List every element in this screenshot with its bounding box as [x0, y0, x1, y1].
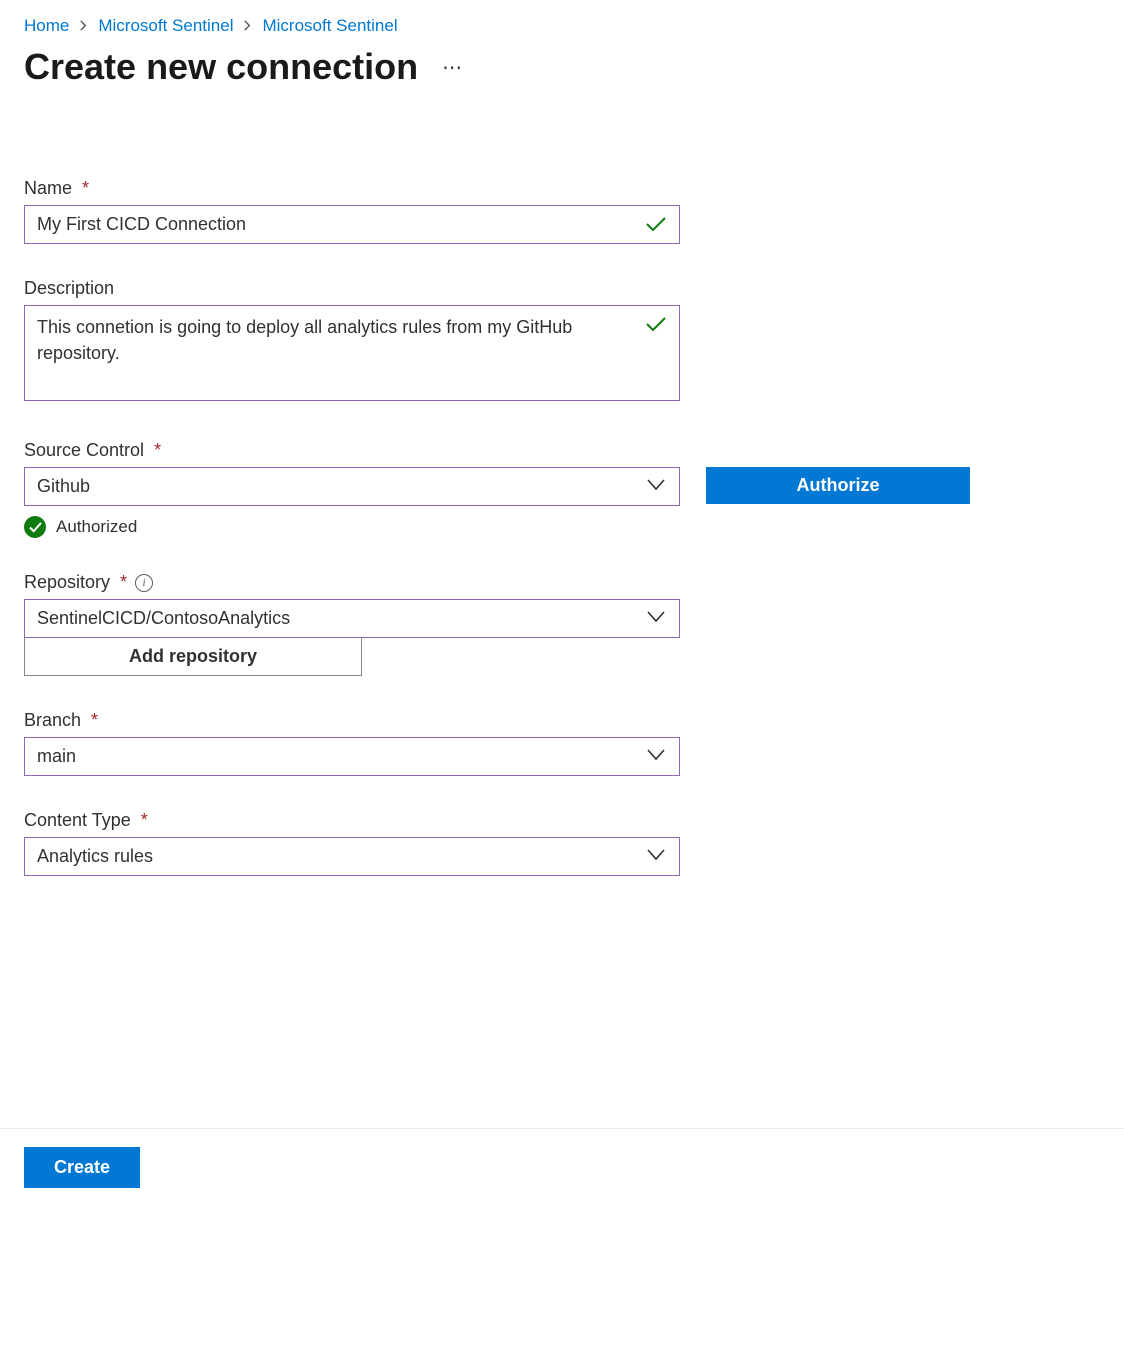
required-indicator: *	[91, 710, 98, 731]
breadcrumb-link-sentinel-1[interactable]: Microsoft Sentinel	[98, 16, 233, 36]
add-repository-button[interactable]: Add repository	[24, 637, 362, 676]
more-actions-icon[interactable]: ⋯	[442, 55, 463, 80]
content-type-label: Content Type	[24, 810, 131, 831]
checkmark-icon	[646, 215, 666, 238]
description-label: Description	[24, 278, 114, 299]
chevron-down-icon	[647, 748, 665, 766]
form-group-repository: Repository * i SentinelCICD/ContosoAnaly…	[24, 572, 1100, 676]
breadcrumb: Home Microsoft Sentinel Microsoft Sentin…	[24, 16, 1100, 36]
form-group-content-type: Content Type * Analytics rules	[24, 810, 1100, 876]
page-title: Create new connection	[24, 46, 418, 88]
required-indicator: *	[82, 178, 89, 199]
description-input[interactable]	[24, 305, 680, 401]
success-icon	[24, 516, 46, 538]
source-control-select[interactable]: Github	[24, 467, 680, 506]
source-control-label: Source Control	[24, 440, 144, 461]
authorized-status-text: Authorized	[56, 517, 137, 537]
chevron-down-icon	[647, 478, 665, 496]
form-group-branch: Branch * main	[24, 710, 1100, 776]
required-indicator: *	[120, 572, 127, 593]
repository-select[interactable]: SentinelCICD/ContosoAnalytics	[24, 599, 680, 638]
form-group-name: Name *	[24, 178, 1100, 244]
form-group-description: Description	[24, 278, 1100, 406]
chevron-right-icon	[79, 18, 88, 34]
required-indicator: *	[141, 810, 148, 831]
breadcrumb-link-sentinel-2[interactable]: Microsoft Sentinel	[262, 16, 397, 36]
repository-label: Repository	[24, 572, 110, 593]
repository-value: SentinelCICD/ContosoAnalytics	[37, 608, 633, 629]
authorize-button[interactable]: Authorize	[706, 467, 970, 504]
required-indicator: *	[154, 440, 161, 461]
chevron-right-icon	[243, 18, 252, 34]
form-group-source-control: Source Control * Github Authorize Author…	[24, 440, 1100, 538]
branch-select[interactable]: main	[24, 737, 680, 776]
chevron-down-icon	[647, 848, 665, 866]
content-type-value: Analytics rules	[37, 846, 633, 867]
info-icon[interactable]: i	[135, 574, 153, 592]
content-type-select[interactable]: Analytics rules	[24, 837, 680, 876]
name-input[interactable]	[24, 205, 680, 244]
checkmark-icon	[646, 315, 666, 338]
branch-label: Branch	[24, 710, 81, 731]
create-button[interactable]: Create	[24, 1147, 140, 1188]
chevron-down-icon	[647, 610, 665, 628]
authorized-status: Authorized	[24, 516, 1100, 538]
footer-bar: Create	[0, 1128, 1124, 1206]
source-control-value: Github	[37, 476, 633, 497]
branch-value: main	[37, 746, 633, 767]
breadcrumb-link-home[interactable]: Home	[24, 16, 69, 36]
name-label: Name	[24, 178, 72, 199]
